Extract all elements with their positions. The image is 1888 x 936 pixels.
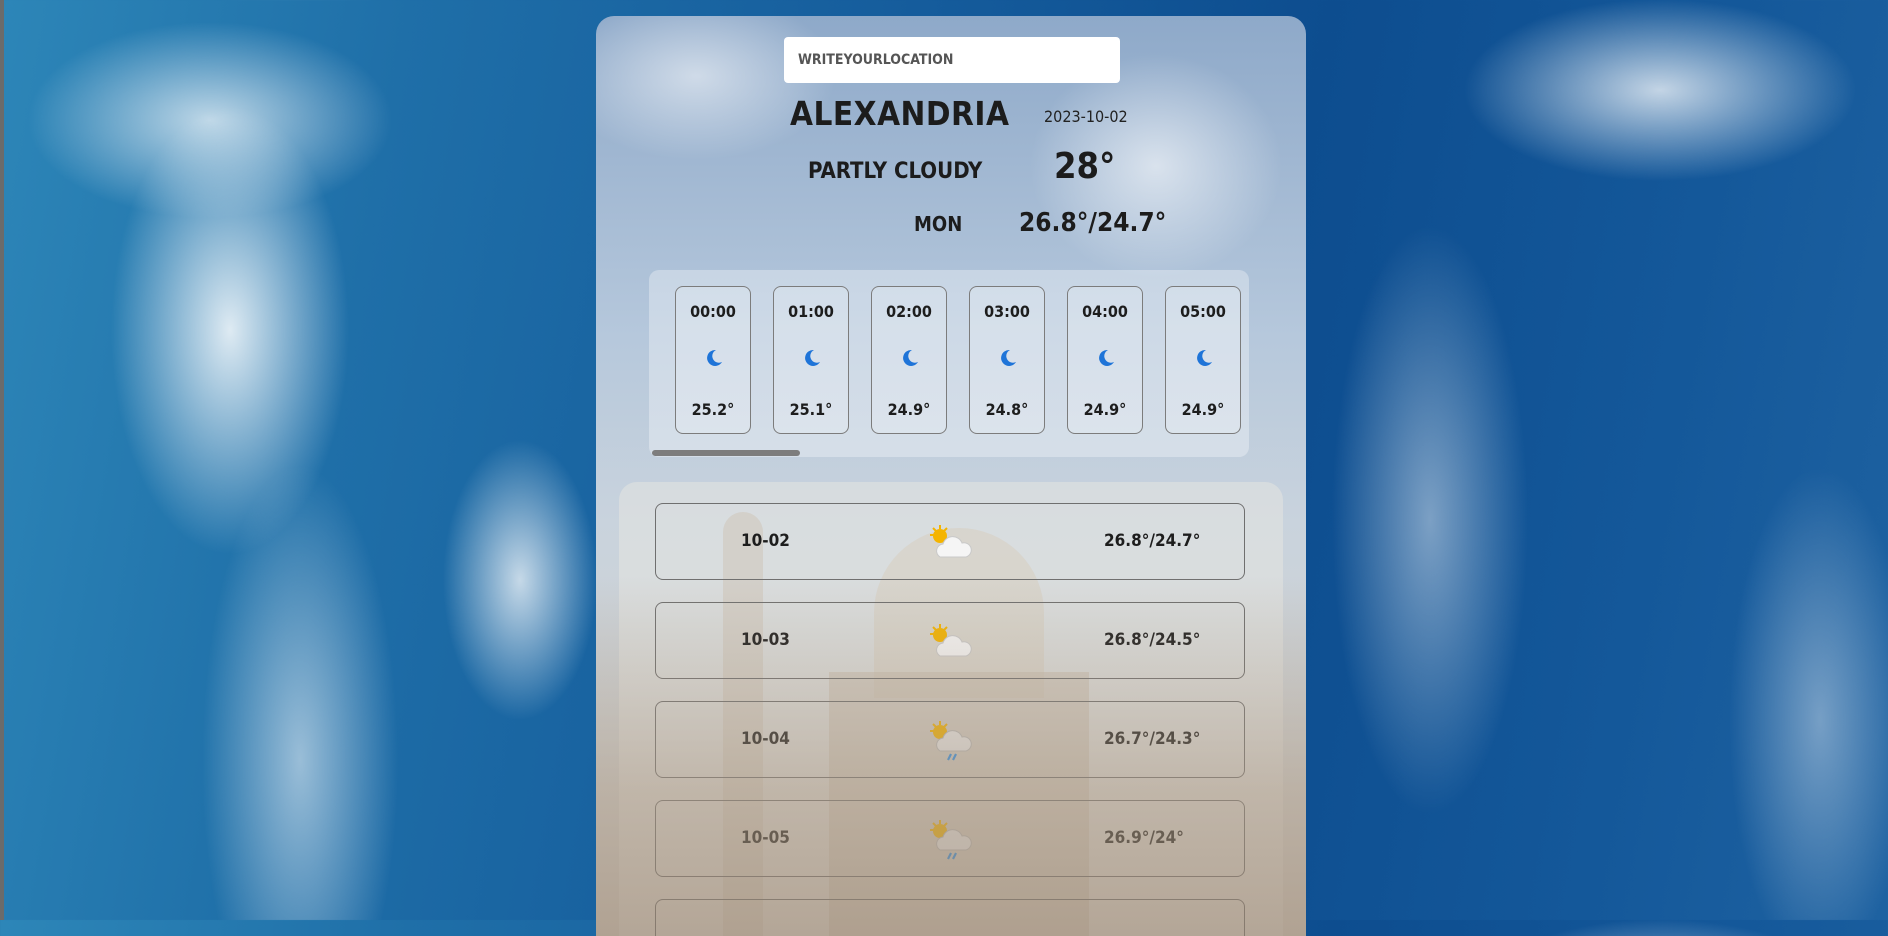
- hourly-temp: 24.9°: [887, 400, 931, 419]
- daily-date: 10-03: [741, 630, 790, 650]
- sun-rain-cloud-icon: [930, 721, 972, 761]
- hourly-temp: 24.9°: [1083, 400, 1127, 419]
- daily-range: 26.7°/24.3°: [1104, 729, 1201, 749]
- moon-icon: [707, 349, 722, 366]
- today-temp-range: 26.8°/24.7°: [1019, 208, 1167, 238]
- partly-cloudy-icon: [930, 525, 972, 558]
- hourly-item: 01:00 25.1°: [773, 286, 849, 434]
- hourly-item: 04:00 24.9°: [1067, 286, 1143, 434]
- window-edge: [0, 0, 4, 920]
- moon-icon: [1099, 349, 1114, 366]
- daily-row: 10-02 26.8°/24.7°: [655, 503, 1245, 580]
- hourly-time: 03:00: [984, 302, 1030, 321]
- location-search-input[interactable]: [784, 37, 1120, 83]
- hourly-item: 03:00 24.8°: [969, 286, 1045, 434]
- hourly-time: 04:00: [1082, 302, 1128, 321]
- moon-icon: [1001, 349, 1016, 366]
- hourly-time: 01:00: [788, 302, 834, 321]
- daily-row: [655, 899, 1245, 936]
- current-temperature: 28°: [1054, 146, 1116, 187]
- daily-date: 10-02: [741, 531, 790, 551]
- hourly-temp: 25.1°: [789, 400, 833, 419]
- hourly-temp: 24.9°: [1181, 400, 1225, 419]
- daily-range: 26.8°/24.5°: [1104, 630, 1201, 650]
- moon-icon: [903, 349, 918, 366]
- weather-card: ALEXANDRIA 2023-10-02 PARTLY CLOUDY 28° …: [596, 16, 1306, 936]
- daily-range: 26.9°/24°: [1104, 828, 1184, 848]
- hourly-item: 02:00 24.9°: [871, 286, 947, 434]
- current-day: MON: [914, 212, 963, 236]
- daily-row: 10-04 26.7°/24.3°: [655, 701, 1245, 778]
- hourly-time: 05:00: [1180, 302, 1226, 321]
- hourly-temp: 24.8°: [985, 400, 1029, 419]
- daily-row: 10-03 26.8°/24.5°: [655, 602, 1245, 679]
- sun-rain-cloud-icon: [930, 820, 972, 860]
- daily-forecast: 10-02 26.8°/24.7° 10-03 26.8°/24.5° 10-0…: [619, 482, 1283, 936]
- moon-icon: [1197, 349, 1212, 366]
- hourly-scrollbar[interactable]: [652, 450, 800, 456]
- daily-row: 10-05 26.9°/24°: [655, 800, 1245, 877]
- hourly-time: 00:00: [690, 302, 736, 321]
- city-name: ALEXANDRIA: [790, 94, 1010, 133]
- hourly-temp: 25.2°: [691, 400, 735, 419]
- daily-range: 26.8°/24.7°: [1104, 531, 1201, 551]
- hourly-item: 00:00 25.2°: [675, 286, 751, 434]
- weather-condition: PARTLY CLOUDY: [808, 159, 983, 184]
- hourly-item: 05:00 24.9°: [1165, 286, 1241, 434]
- daily-date: 10-05: [741, 828, 790, 848]
- current-date: 2023-10-02: [1044, 107, 1128, 126]
- daily-date: 10-04: [741, 729, 790, 749]
- hourly-forecast[interactable]: 00:00 25.2° 01:00 25.1° 02:00 24.9° 03:0…: [649, 270, 1249, 457]
- moon-icon: [805, 349, 820, 366]
- hourly-time: 02:00: [886, 302, 932, 321]
- partly-cloudy-icon: [930, 624, 972, 657]
